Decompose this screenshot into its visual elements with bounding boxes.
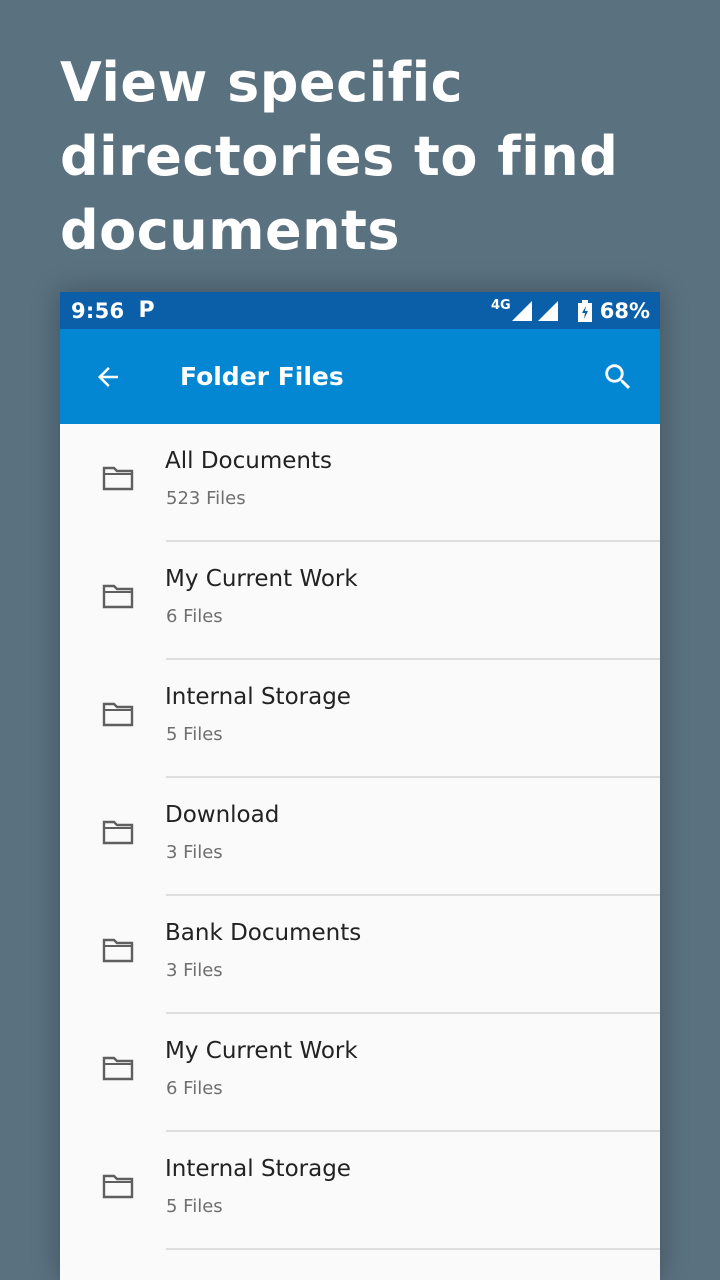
folder-name: Download bbox=[165, 802, 280, 828]
search-icon bbox=[605, 364, 631, 390]
folder-name: My Current Work bbox=[165, 1038, 358, 1064]
folder-name: Internal Storage bbox=[165, 684, 351, 710]
folder-icon bbox=[102, 702, 134, 727]
folder-name: All Documents bbox=[165, 448, 332, 474]
folder-icon bbox=[102, 584, 134, 609]
folder-name: My Current Work bbox=[165, 566, 358, 592]
folder-name: Bank Documents bbox=[165, 920, 362, 946]
folder-file-count: 6 Files bbox=[166, 1078, 223, 1099]
promo-headline: View specific directories to find docume… bbox=[60, 51, 619, 262]
back-button[interactable] bbox=[78, 347, 138, 407]
folder-icon bbox=[102, 466, 134, 491]
folder-list-item[interactable]: Bank Documents 3 Files bbox=[60, 896, 660, 1014]
folder-file-count: 5 Files bbox=[166, 724, 223, 745]
folder-file-count: 6 Files bbox=[166, 606, 223, 627]
folder-file-count: 5 Files bbox=[166, 1196, 223, 1217]
folder-icon bbox=[102, 1056, 134, 1081]
folder-file-count: 3 Files bbox=[166, 842, 223, 863]
status-bar: 9:56 P 4G 68% bbox=[60, 292, 660, 329]
folder-list-item[interactable]: Download 3 Files bbox=[60, 778, 660, 896]
folder-list-item[interactable]: Internal Storage 5 Files bbox=[60, 660, 660, 778]
app-bar: Folder Files bbox=[60, 329, 660, 424]
folder-file-count: 523 Files bbox=[166, 488, 246, 509]
folder-file-count: 3 Files bbox=[166, 960, 223, 981]
signal-icon bbox=[537, 300, 558, 321]
folder-list: All Documents 523 Files My Current Work … bbox=[60, 424, 660, 1250]
folder-name: Internal Storage bbox=[165, 1156, 351, 1182]
folder-list-item[interactable]: Internal Storage 5 Files bbox=[60, 1132, 660, 1250]
folder-icon bbox=[102, 938, 134, 963]
folder-list-item[interactable]: My Current Work 6 Files bbox=[60, 1014, 660, 1132]
status-time: 9:56 bbox=[71, 298, 125, 323]
page-title: Folder Files bbox=[180, 362, 344, 391]
folder-icon bbox=[102, 820, 134, 845]
folder-list-item[interactable]: My Current Work 6 Files bbox=[60, 542, 660, 660]
battery-charging-icon bbox=[577, 299, 592, 322]
folder-list-item[interactable]: All Documents 523 Files bbox=[60, 424, 660, 542]
search-button[interactable] bbox=[588, 347, 648, 407]
phone-screen: 9:56 P 4G 68% Folder Files All Documents… bbox=[60, 292, 660, 1280]
signal-4g-icon bbox=[511, 300, 532, 321]
network-type-label: 4G bbox=[491, 298, 511, 313]
battery-percentage: 68% bbox=[599, 298, 650, 323]
arrow-back-icon bbox=[98, 366, 118, 387]
notification-p-icon: P bbox=[138, 298, 155, 323]
folder-icon bbox=[102, 1174, 134, 1199]
